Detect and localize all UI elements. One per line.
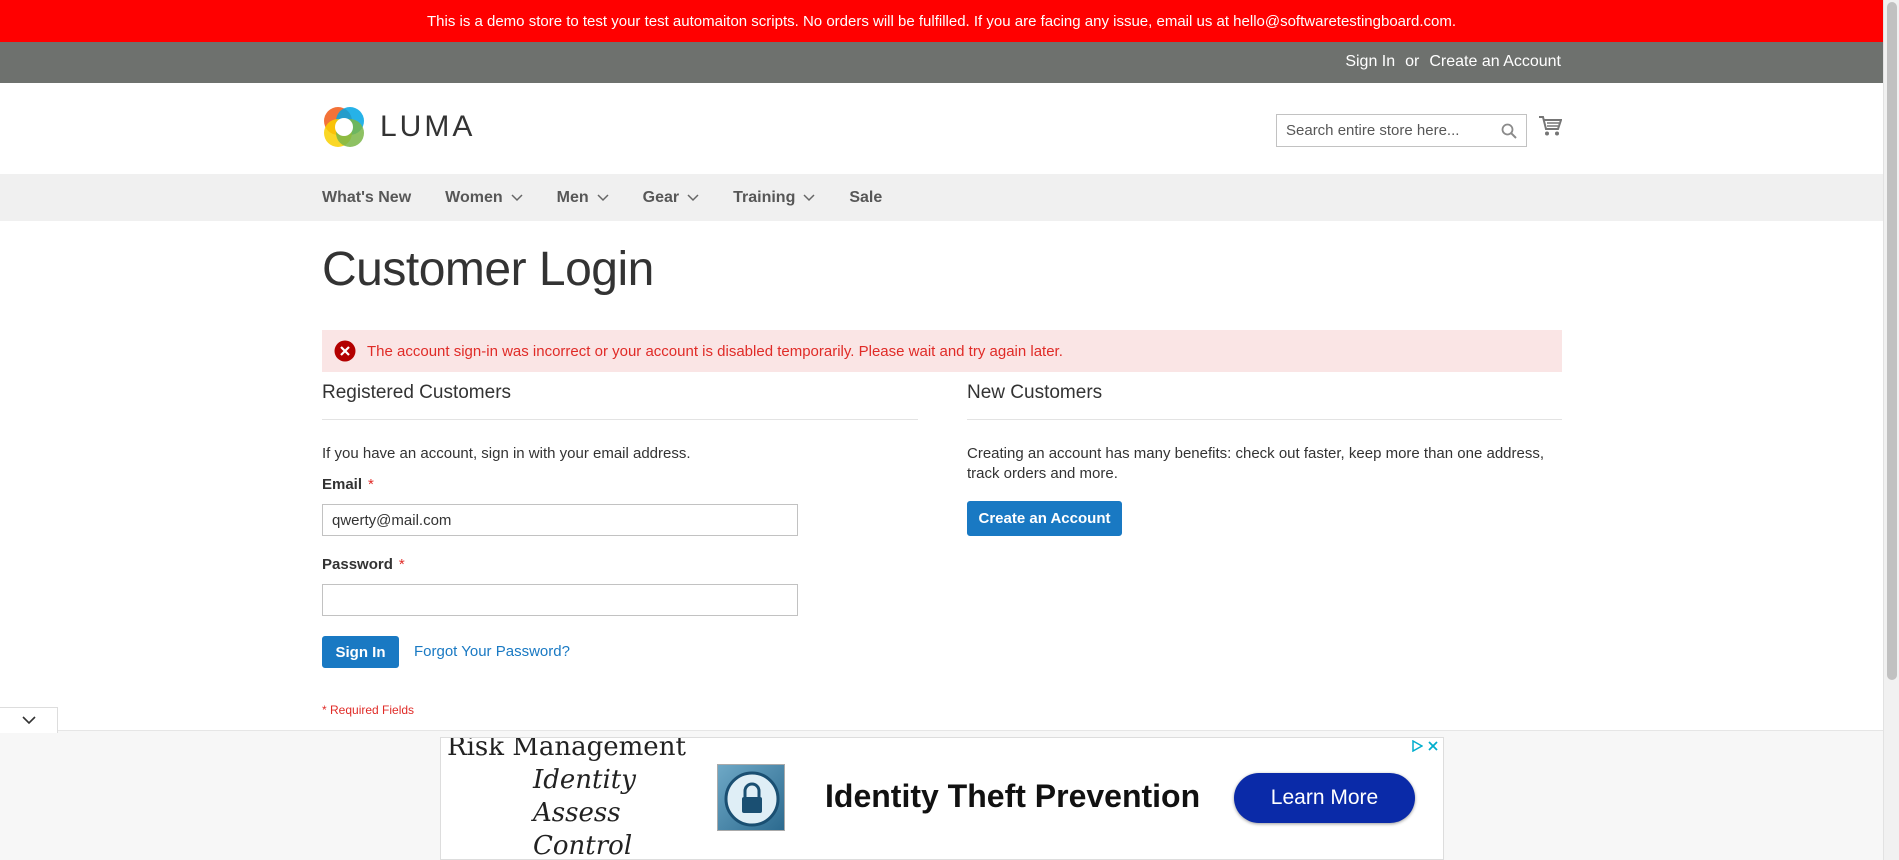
nav-item-sale[interactable]: Sale — [849, 189, 882, 207]
new-customers-intro: Creating an account has many benefits: c… — [967, 445, 1545, 482]
error-text: The account sign-in was incorrect or you… — [367, 342, 1063, 360]
search-input[interactable] — [1277, 115, 1487, 146]
new-customers-block: New Customers Creating an account has ma… — [967, 382, 1562, 484]
error-message: The account sign-in was incorrect or you… — [322, 330, 1562, 372]
error-icon — [334, 340, 356, 362]
ad-headline: Identity Theft Prevention — [825, 778, 1201, 814]
chevron-down-icon — [511, 193, 523, 201]
chevron-down-icon — [597, 193, 609, 201]
ad-learn-more-button[interactable]: Learn More — [1234, 773, 1415, 823]
top-links-bar: Sign In or Create an Account — [0, 42, 1883, 83]
email-field[interactable] — [322, 504, 798, 536]
ad-risk-title: Risk Management — [447, 737, 686, 762]
required-fields-note: * Required Fields — [322, 703, 415, 717]
nav-item-label: Women — [445, 188, 503, 206]
chevron-down-icon — [687, 193, 699, 201]
create-account-link[interactable]: Create an Account — [1429, 53, 1561, 71]
ad-collapse-toggle[interactable] — [0, 707, 58, 733]
search-box — [1276, 114, 1527, 147]
or-separator: or — [1405, 53, 1420, 70]
advertisement[interactable]: Risk Management Identity Assess Control … — [440, 737, 1444, 860]
ad-checklist: Identity Assess Control — [533, 764, 636, 860]
cart-icon[interactable] — [1538, 115, 1562, 137]
nav-item-women[interactable]: Women — [445, 188, 523, 207]
email-label-text: Email — [322, 476, 363, 493]
registered-customers-block: Registered Customers If you have an acco… — [322, 382, 918, 464]
nav-item-label: What's New — [322, 188, 412, 206]
sign-in-link[interactable]: Sign In — [1345, 53, 1395, 71]
chevron-down-icon — [803, 193, 815, 201]
lock-icon-graphic — [724, 771, 780, 827]
demo-notice-banner: This is a demo store to test your test a… — [0, 0, 1883, 42]
ad-choices[interactable] — [1411, 740, 1439, 752]
nav-item-label: Sale — [849, 188, 883, 206]
ad-checklist-item: Identity — [533, 765, 636, 795]
header-links: Sign In or Create an Account — [1345, 53, 1561, 71]
ad-choices-icon[interactable] — [1411, 740, 1423, 752]
required-asterisk: * — [368, 476, 374, 493]
required-asterisk: * — [398, 556, 405, 573]
nav-item-men[interactable]: Men — [557, 189, 609, 207]
luma-logo[interactable]: LUMA — [322, 105, 475, 149]
ad-checklist-item: Assess — [533, 798, 621, 828]
registered-customers-title: Registered Customers — [322, 382, 918, 420]
new-customers-title: New Customers — [967, 382, 1562, 420]
page-title: Customer Login — [322, 243, 654, 296]
lock-icon — [717, 764, 785, 831]
registered-intro: If you have an account, sign in with you… — [322, 445, 691, 462]
search-icon[interactable] — [1501, 123, 1517, 139]
nav-item-label: Gear — [642, 188, 680, 206]
nav-item-gear[interactable]: Gear — [643, 189, 699, 207]
sign-in-button[interactable]: Sign In — [322, 636, 399, 668]
nav-list: What's New Women Men Gear Training Sale — [322, 174, 916, 221]
password-field[interactable] — [322, 584, 798, 616]
scrollbar-thumb[interactable] — [1887, 2, 1897, 680]
nav-item-label: Men — [556, 188, 589, 206]
nav-item-training[interactable]: Training — [733, 189, 815, 207]
close-icon[interactable] — [1427, 740, 1439, 752]
page-scrollbar[interactable] — [1883, 0, 1899, 860]
nav-item-whats-new[interactable]: What's New — [322, 189, 411, 207]
email-label: Email * — [322, 476, 374, 493]
forgot-password-link[interactable]: Forgot Your Password? — [414, 643, 570, 660]
ad-checklist-item: Control — [533, 831, 633, 860]
site-header: LUMA — [0, 83, 1883, 174]
logo-text: LUMA — [380, 110, 476, 143]
luma-logo-icon — [324, 107, 364, 147]
chevron-down-icon — [21, 716, 36, 725]
nav-item-label: Training — [733, 188, 796, 206]
password-label-text: Password — [322, 556, 393, 573]
password-label: Password * — [322, 556, 405, 573]
demo-notice-text: This is a demo store to test your test a… — [426, 12, 1457, 30]
main-navigation: What's New Women Men Gear Training Sale — [0, 174, 1883, 221]
create-account-button[interactable]: Create an Account — [967, 501, 1122, 536]
